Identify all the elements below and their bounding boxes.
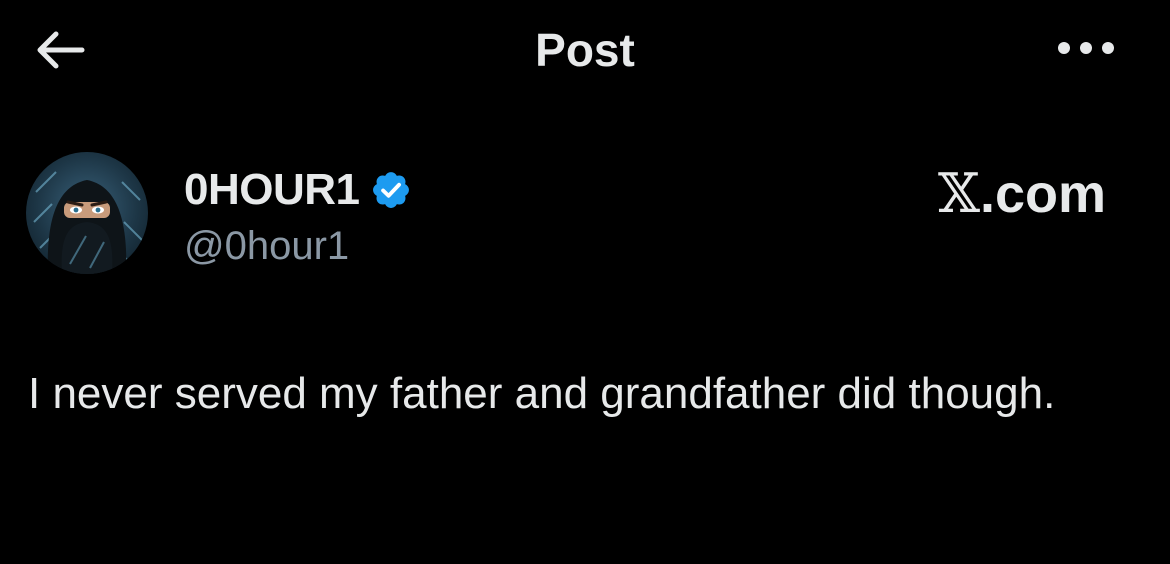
more-horizontal-icon bbox=[1058, 42, 1114, 54]
source-domain: .com bbox=[979, 164, 1106, 224]
post-text: I never served my father and grandfather… bbox=[28, 369, 1056, 418]
verified-badge-icon bbox=[370, 169, 412, 211]
author-info: 0HOUR1 @0hour1 𝕏.com bbox=[0, 140, 1170, 300]
avatar-image bbox=[33, 171, 143, 274]
top-bar: Post bbox=[0, 0, 1170, 100]
more-options-button[interactable] bbox=[1052, 28, 1120, 68]
user-handle[interactable]: @0hour1 bbox=[184, 224, 349, 269]
display-name: 0HOUR1 bbox=[184, 165, 360, 214]
avatar[interactable] bbox=[26, 152, 148, 274]
display-name-row[interactable]: 0HOUR1 bbox=[184, 164, 412, 216]
x-logo-icon: 𝕏 bbox=[938, 162, 980, 225]
x-com-watermark: 𝕏.com bbox=[900, 162, 1106, 225]
page-title: Post bbox=[535, 24, 635, 76]
